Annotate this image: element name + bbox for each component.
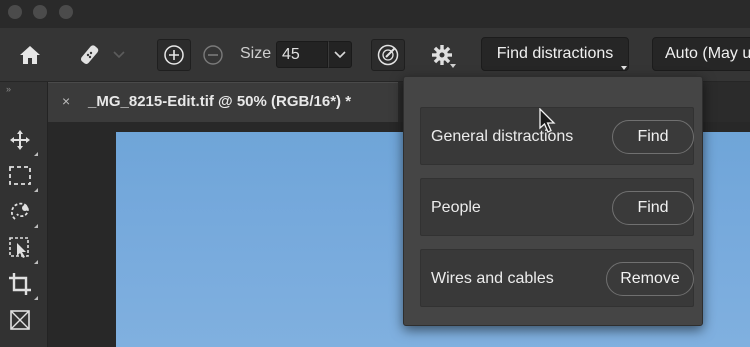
move-tool-icon — [10, 130, 30, 150]
distraction-row-wires: Wires and cables Remove — [420, 249, 694, 307]
frame-tool-icon — [10, 310, 30, 330]
add-mode-icon — [164, 45, 184, 65]
document-title: _MG_8215-Edit.tif @ 50% (RGB/16*) * — [88, 93, 352, 110]
row-label: People — [431, 199, 481, 216]
healing-brush-icon — [80, 45, 99, 65]
size-label: Size — [240, 45, 272, 62]
marquee-tool-icon — [9, 166, 31, 185]
button-label: Find — [637, 199, 669, 216]
distraction-row-people: People Find — [420, 178, 694, 236]
frame-tool[interactable] — [6, 306, 34, 334]
chevron-down-icon — [334, 50, 346, 58]
move-tool[interactable] — [6, 126, 38, 156]
object-selection-tool[interactable] — [6, 234, 38, 264]
chevron-down-icon — [113, 51, 125, 59]
close-icon[interactable]: × — [62, 93, 70, 109]
minimize-window-button[interactable] — [33, 5, 47, 19]
settings-dropdown-indicator — [450, 64, 456, 68]
crop-tool[interactable] — [6, 270, 38, 300]
preset-dropdown[interactable] — [112, 48, 126, 62]
more-tools-indicator — [34, 152, 38, 156]
more-tools-indicator — [34, 260, 38, 264]
button-label: Remove — [620, 270, 680, 287]
distraction-row-general: General distractions Find — [420, 107, 694, 165]
row-label: Wires and cables — [431, 270, 554, 287]
subtract-mode-icon — [203, 45, 223, 65]
home-button[interactable] — [16, 42, 44, 68]
size-input[interactable]: 45 — [276, 41, 328, 68]
subtract-mode-button[interactable] — [200, 42, 226, 68]
find-distractions-label: Find distractions — [496, 45, 614, 62]
zoom-window-button[interactable] — [59, 5, 73, 19]
find-distractions-dropdown-indicator — [621, 66, 627, 70]
find-general-distractions-button[interactable]: Find — [612, 120, 694, 154]
close-window-button[interactable] — [8, 5, 22, 19]
add-mode-button[interactable] — [157, 39, 191, 71]
sample-mode-dropdown[interactable]: Auto (May u — [652, 37, 750, 71]
remove-wires-button[interactable]: Remove — [606, 262, 694, 296]
size-dropdown[interactable] — [328, 41, 352, 68]
find-distractions-button[interactable]: Find distractions — [481, 37, 629, 71]
more-tools-indicator — [34, 296, 38, 300]
button-label: Find — [637, 128, 669, 145]
pressure-size-button[interactable] — [371, 39, 405, 71]
pressure-icon — [377, 44, 399, 66]
tools-panel: » — [0, 82, 48, 347]
window-titlebar — [0, 0, 750, 28]
lasso-tool-icon — [11, 202, 29, 220]
find-people-button[interactable]: Find — [612, 191, 694, 225]
tool-preset-picker[interactable] — [75, 40, 105, 70]
pointer-cursor-icon — [539, 108, 556, 133]
gear-icon — [432, 45, 452, 65]
more-tools-indicator — [34, 188, 38, 192]
more-tools-indicator — [34, 224, 38, 228]
lasso-tool[interactable] — [6, 198, 38, 228]
crop-tool-icon — [9, 273, 31, 295]
marquee-tool[interactable] — [6, 162, 38, 192]
document-tab[interactable]: × _MG_8215-Edit.tif @ 50% (RGB/16*) * — [48, 82, 398, 122]
object-select-tool-icon — [9, 237, 29, 258]
home-icon — [20, 46, 40, 64]
panel-collapse-handle[interactable]: » — [6, 84, 12, 94]
